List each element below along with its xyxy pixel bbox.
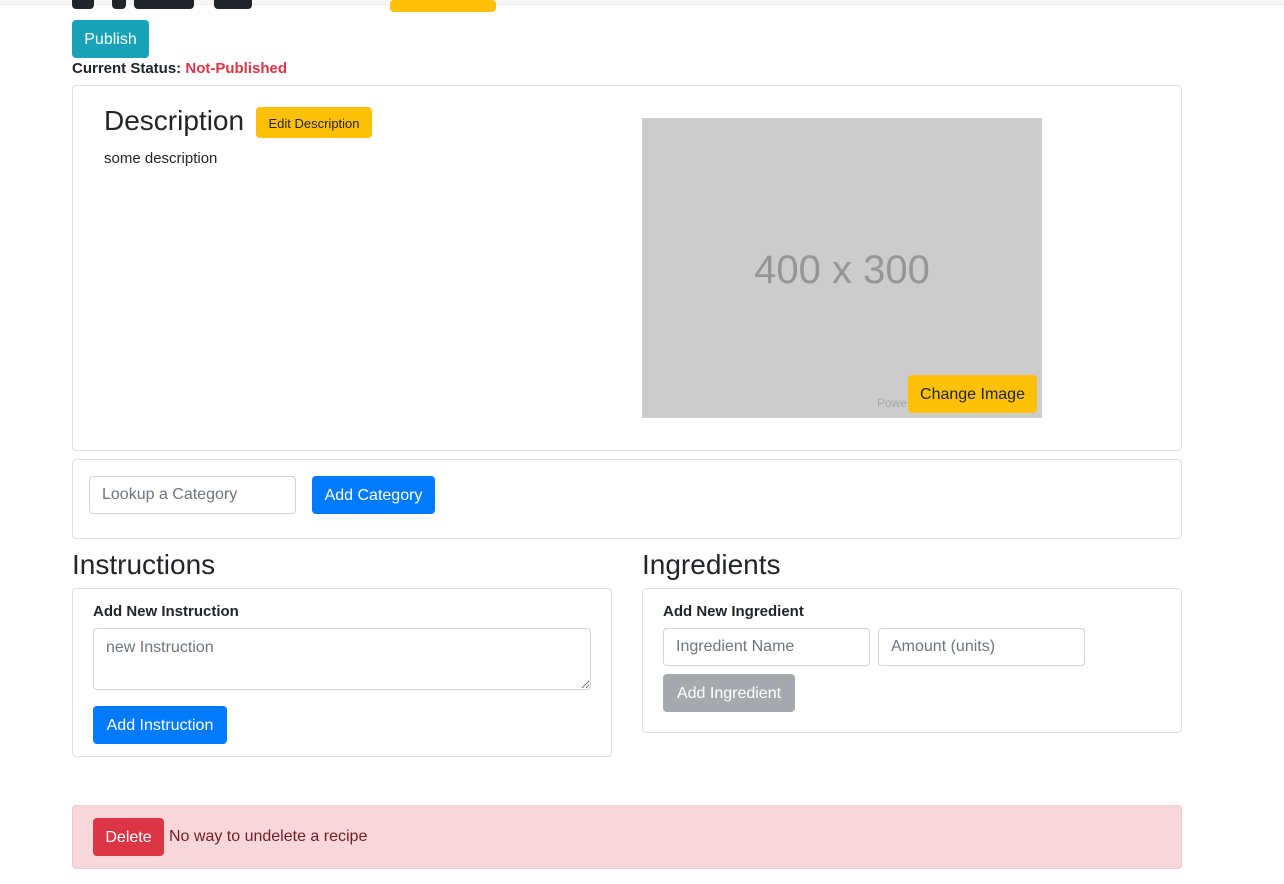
current-status: Current Status: Not-Published [72,60,287,78]
ingredient-name-input[interactable] [663,628,870,666]
recipe-image-placeholder: 400 x 300 Powe Change Image [642,118,1042,418]
ingredients-heading: Ingredients [642,549,781,580]
edit-description-button[interactable]: Edit Description [256,107,372,138]
instruction-textarea[interactable] [93,628,591,690]
change-image-button[interactable]: Change Image [908,375,1037,413]
delete-alert: Delete No way to undelete a recipe [72,805,1182,869]
description-text: some description [104,150,218,167]
status-label: Current Status: [72,60,182,77]
publish-button[interactable]: Publish [72,20,149,58]
description-heading: Description [104,105,245,136]
delete-warning-text: No way to undelete a recipe [169,828,368,845]
image-caption: Powe [877,396,908,410]
edit-title-button-cropped[interactable] [390,0,496,12]
add-instruction-button[interactable]: Add Instruction [93,706,227,744]
ingredients-card: Add New Ingredient Add Ingredient [642,588,1182,733]
ingredient-amount-input[interactable] [878,628,1085,666]
image-size-text: 400 x 300 [754,248,930,292]
add-category-button[interactable]: Add Category [312,476,435,514]
category-lookup-input[interactable] [89,476,296,514]
instructions-heading: Instructions [72,549,216,580]
category-card: Add Category [72,459,1182,539]
page-title-cropped [72,0,282,10]
add-ingredient-button[interactable]: Add Ingredient [663,674,795,712]
description-card: Description Edit Description some descri… [72,85,1182,451]
add-ingredient-label: Add New Ingredient [663,603,804,620]
add-instruction-label: Add New Instruction [93,603,239,620]
status-value: Not-Published [185,60,288,77]
instructions-card: Add New Instruction Add Instruction [72,588,612,757]
delete-button[interactable]: Delete [93,818,164,856]
